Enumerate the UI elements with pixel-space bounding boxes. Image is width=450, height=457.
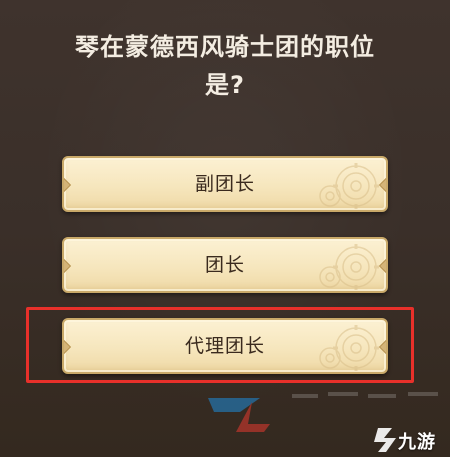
answer-option-1[interactable]: 副团长	[62, 156, 388, 212]
answer-option-2[interactable]: 团长	[62, 237, 388, 293]
question-line-1: 琴在蒙德西风骑士团的职位	[75, 33, 375, 61]
answer-option-label: 团长	[204, 254, 245, 276]
question-text: 琴在蒙德西风骑士团的职位 是?	[0, 28, 450, 104]
answer-option-3[interactable]: 代理团长	[62, 318, 388, 374]
question-line-2: 是?	[205, 71, 245, 99]
answer-option-label: 副团长	[194, 173, 255, 195]
quiz-screen: 琴在蒙德西风骑士团的职位 是? 副团长 团长 代理团长 九游	[0, 0, 450, 457]
answer-option-label: 代理团长	[184, 335, 265, 357]
watermark-text: 九游	[398, 432, 436, 453]
